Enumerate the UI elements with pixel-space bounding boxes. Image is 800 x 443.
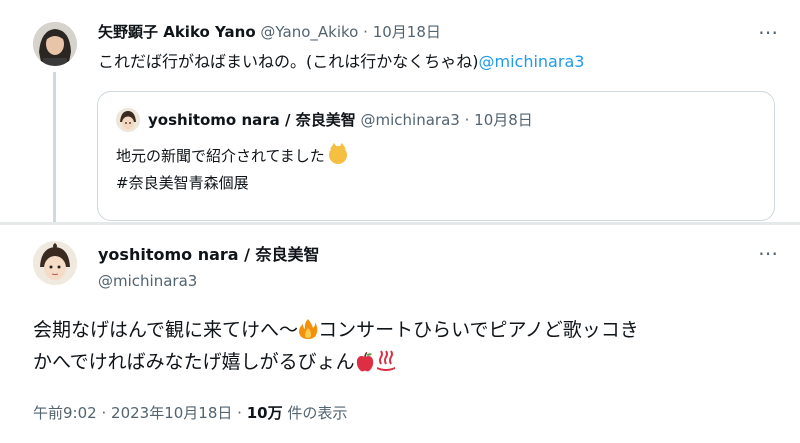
- hot-springs-emoji-icon: [375, 350, 397, 372]
- quoted-author-name: yoshitomo nara / 奈良美智: [148, 111, 356, 129]
- reply-tweet-header: 矢野顕子 Akiko Yano @Yano_Akiko · 10月18日: [98, 22, 441, 42]
- red-apple-emoji-icon: [355, 351, 375, 372]
- main-text-segment-a: 会期なげはんで観に来てけへ〜: [33, 319, 299, 341]
- thread-connector-line: [53, 72, 56, 222]
- reply-body: これだば行がねばまいねの。(これは行かなくちゃね): [98, 52, 479, 71]
- reply-author-name[interactable]: 矢野顕子 Akiko Yano: [98, 23, 256, 41]
- tweet-time[interactable]: 午前9:02: [33, 404, 97, 422]
- meta-separator: ·: [237, 404, 242, 422]
- reply-date[interactable]: 10月18日: [373, 23, 441, 41]
- header-separator: ·: [464, 111, 470, 129]
- avatar-michinara[interactable]: [33, 241, 77, 285]
- fire-emoji-icon: [298, 318, 318, 340]
- quoted-tweet-header: yoshitomo nara / 奈良美智 @michinara3 · 10月8…: [148, 109, 533, 131]
- main-tweet-text-line1: 会期なげはんで観に来てけへ〜 コンサートひらいでピアノど歌ッコき: [33, 317, 639, 343]
- reply-tweet-text: これだば行がねばまいねの。(これは行かなくちゃね)@michinara3: [98, 51, 584, 73]
- main-text-segment-b: コンサートひらいでピアノど歌ッコき: [318, 319, 639, 341]
- tweet-divider: [0, 222, 800, 225]
- main-tweet-text-line2: かへでければみなたげ嬉しがるびょん: [33, 349, 397, 375]
- tweet-date[interactable]: 2023年10月18日: [111, 404, 232, 422]
- reply-author-handle[interactable]: @Yano_Akiko: [260, 23, 358, 41]
- quoted-author-handle: @michinara3: [360, 111, 460, 129]
- views-label: 件の表示: [287, 404, 348, 422]
- main-author-handle[interactable]: @michinara3: [98, 271, 197, 291]
- main-author-name[interactable]: yoshitomo nara / 奈良美智: [98, 244, 320, 266]
- avatar-akiko-yano[interactable]: [33, 22, 77, 66]
- ellipsis-icon[interactable]: ⋯: [758, 22, 779, 42]
- avatar-michinara-small: [116, 108, 140, 132]
- header-separator: ·: [363, 23, 368, 41]
- quoted-date: 10月8日: [474, 111, 533, 129]
- smiling-cat-emoji-icon: [328, 143, 347, 164]
- main-text-segment-c: かへでければみなたげ嬉しがるびょん: [33, 351, 355, 373]
- quoted-body: 地元の新聞で紹介されてました: [116, 147, 325, 165]
- quoted-hashtag: #奈良美智青森個展: [116, 174, 249, 192]
- ellipsis-icon[interactable]: ⋯: [758, 243, 779, 263]
- quoted-text-line1: 地元の新聞で紹介されてました: [116, 143, 347, 167]
- tweet-meta: 午前9:02 · 2023年10月18日 · 10万 件の表示: [33, 402, 347, 424]
- views-count: 10万: [246, 404, 283, 422]
- mention-link[interactable]: @michinara3: [479, 52, 585, 71]
- meta-separator: ·: [101, 404, 107, 422]
